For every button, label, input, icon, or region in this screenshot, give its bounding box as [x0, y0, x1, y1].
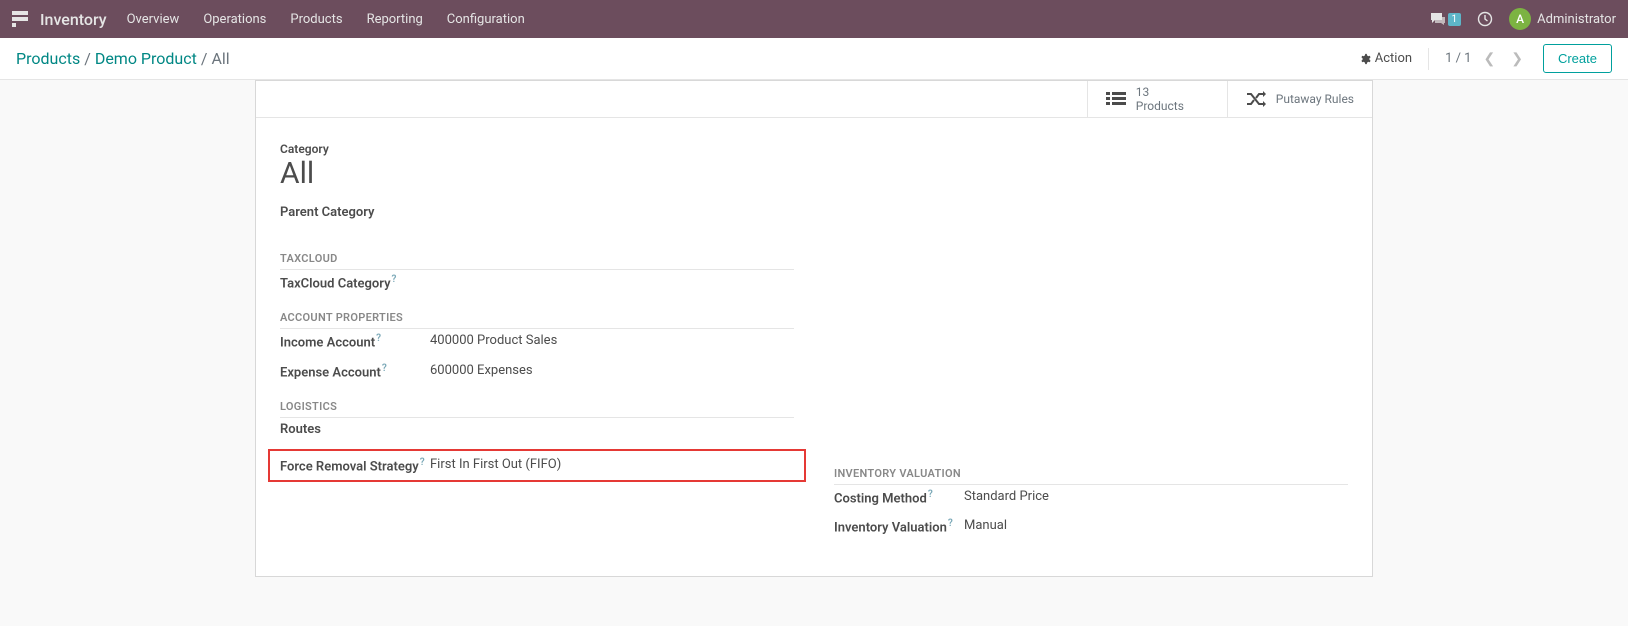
crumb-sep: / [84, 49, 91, 68]
costing-method-value[interactable]: Standard Price [964, 489, 1049, 506]
category-label: Category [280, 142, 1348, 156]
apps-icon[interactable] [12, 11, 28, 27]
taxcloud-category-label: TaxCloud Category? [280, 274, 430, 291]
gear-icon [1359, 53, 1371, 65]
section-taxcloud: TAXCLOUD [280, 252, 794, 270]
action-label: Action [1375, 51, 1412, 66]
highlighted-field: Force Removal Strategy? First In First O… [268, 449, 806, 482]
help-icon[interactable]: ? [382, 363, 387, 374]
divider [1428, 48, 1429, 70]
section-inventory-valuation: INVENTORY VALUATION [834, 467, 1348, 485]
force-removal-strategy-label: Force Removal Strategy? [280, 457, 430, 474]
shuffle-icon [1246, 91, 1266, 107]
income-account-value[interactable]: 400000 Product Sales [430, 333, 557, 350]
pager-text: 1 / 1 [1445, 51, 1471, 66]
costing-method-label: Costing Method? [834, 489, 964, 506]
crumb-current: All [211, 49, 229, 68]
discuss-icon[interactable]: 1 [1430, 12, 1462, 26]
inventory-valuation-value[interactable]: Manual [964, 518, 1007, 535]
pager-next[interactable]: ❯ [1507, 51, 1527, 67]
help-icon[interactable]: ? [376, 333, 381, 344]
category-name[interactable]: All [280, 156, 1348, 191]
nav-products[interactable]: Products [290, 12, 342, 27]
control-panel: Products / Demo Product / All Action 1 /… [0, 38, 1628, 80]
stat-products[interactable]: 13 Products [1087, 81, 1227, 117]
expense-account-label: Expense Account? [280, 363, 430, 380]
stat-buttons: 13 Products Putaway Rules [256, 81, 1372, 118]
section-account-properties: ACCOUNT PROPERTIES [280, 311, 794, 329]
action-button[interactable]: Action [1359, 51, 1412, 66]
help-icon[interactable]: ? [420, 457, 425, 468]
section-logistics: LOGISTICS [280, 400, 794, 418]
routes-label: Routes [280, 422, 430, 437]
brand[interactable]: Inventory [40, 10, 107, 29]
help-icon[interactable]: ? [948, 518, 953, 529]
stat-products-count: 13 [1136, 85, 1184, 99]
form-sheet: 13 Products Putaway Rules Category All P… [255, 80, 1373, 577]
force-removal-strategy-value[interactable]: First In First Out (FIFO) [430, 457, 561, 474]
user-menu[interactable]: A Administrator [1509, 8, 1616, 30]
nav-reporting[interactable]: Reporting [367, 12, 423, 27]
avatar: A [1509, 8, 1531, 30]
pager: 1 / 1 ❮ ❯ [1445, 51, 1527, 67]
crumb-products[interactable]: Products [16, 49, 80, 68]
top-navbar: Inventory Overview Operations Products R… [0, 0, 1628, 38]
crumb-demo-product[interactable]: Demo Product [95, 49, 197, 68]
stat-putaway[interactable]: Putaway Rules [1227, 81, 1372, 117]
pager-prev[interactable]: ❮ [1480, 51, 1500, 67]
user-name: Administrator [1537, 12, 1616, 27]
stat-products-label: Products [1136, 99, 1184, 113]
create-button[interactable]: Create [1543, 44, 1612, 73]
breadcrumb: Products / Demo Product / All [16, 49, 230, 68]
crumb-sep: / [201, 49, 208, 68]
nav-overview[interactable]: Overview [127, 12, 180, 27]
inventory-valuation-label: Inventory Valuation? [834, 518, 964, 535]
nav-configuration[interactable]: Configuration [447, 12, 525, 27]
income-account-label: Income Account? [280, 333, 430, 350]
help-icon[interactable]: ? [392, 274, 397, 285]
activity-icon[interactable] [1477, 11, 1493, 27]
chat-badge: 1 [1448, 13, 1462, 26]
help-icon[interactable]: ? [928, 489, 933, 500]
nav-operations[interactable]: Operations [203, 12, 266, 27]
nav-items: Overview Operations Products Reporting C… [127, 12, 525, 27]
list-icon [1106, 91, 1126, 107]
stat-putaway-label: Putaway Rules [1276, 92, 1354, 106]
parent-category-label: Parent Category [280, 205, 430, 220]
expense-account-value[interactable]: 600000 Expenses [430, 363, 533, 380]
